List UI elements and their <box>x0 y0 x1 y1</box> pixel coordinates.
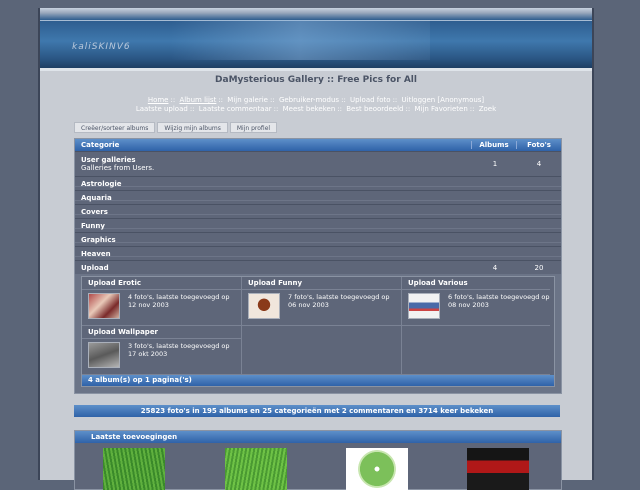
header-albums: Albums <box>471 141 516 149</box>
gallery-stats: 25823 foto's in 195 albums en 25 categor… <box>74 405 560 417</box>
nav-my-gallery-link[interactable]: Mijn galerie <box>227 96 268 104</box>
nav-user-mode-link[interactable]: Gebruiker-modus <box>279 96 339 104</box>
album-list: Upload Erotic 4 foto's, laatste toegevoe… <box>81 276 555 387</box>
album-thumbnail[interactable] <box>88 293 120 319</box>
category-link[interactable]: Astrologie <box>75 180 561 188</box>
nav-favorites-link[interactable]: Mijn Favorieten <box>414 105 467 113</box>
category-row: Astrologie <box>75 176 561 190</box>
album-thumbnail[interactable] <box>88 342 120 368</box>
site-header: kaliSKINV6 <box>40 8 592 71</box>
photos-count: 4 <box>536 160 542 168</box>
recent-thumbnail[interactable] <box>467 448 529 490</box>
nav-search-link[interactable]: Zoek <box>479 105 496 113</box>
category-row: Graphics <box>75 232 561 246</box>
nav-most-viewed-link[interactable]: Meest bekeken <box>283 105 336 113</box>
site-logo: kaliSKINV6 <box>72 42 131 52</box>
album-info: 4 foto's, laatste toegevoegd op 12 nov 2… <box>128 293 230 309</box>
nav-last-comments-link[interactable]: Laatste commentaar <box>199 105 272 113</box>
page-frame: kaliSKINV6 DaMysterious Gallery :: Free … <box>38 8 594 490</box>
category-link[interactable]: Funny <box>75 222 561 230</box>
nav-logout-link[interactable]: Uitloggen [Anonymous] <box>402 96 485 104</box>
album-cell-empty <box>402 326 550 375</box>
tab-edit-albums[interactable]: Wijzig mijn albums <box>157 122 228 133</box>
secondary-nav: Laatste upload:: Laatste commentaar:: Me… <box>135 105 497 113</box>
site-title: DaMysterious Gallery :: Free Pics for Al… <box>215 75 417 85</box>
album-cell: Upload Funny 7 foto's, laatste toegevoeg… <box>242 277 402 326</box>
album-pagination: 4 album(s) op 1 pagina('s) <box>82 375 554 386</box>
header-photos: Foto's <box>516 141 561 149</box>
category-row: Heaven <box>75 246 561 260</box>
nav-top-rated-link[interactable]: Best beoordeeld <box>346 105 403 113</box>
category-link[interactable]: Graphics <box>75 236 561 244</box>
user-tabs: Creëer/sorteer albums Wijzig mijn albums… <box>74 122 278 133</box>
nav-album-list-link[interactable]: Album lijst <box>179 96 216 104</box>
recent-thumbnail[interactable] <box>346 448 408 490</box>
category-link[interactable]: Upload <box>75 264 473 272</box>
album-info: 7 foto's, laatste toegevoegd op 06 nov 2… <box>288 293 390 309</box>
category-link[interactable]: User galleries <box>81 156 473 164</box>
tab-create-albums[interactable]: Creëer/sorteer albums <box>74 122 156 133</box>
album-thumbnail[interactable] <box>408 293 440 319</box>
recent-thumbnail[interactable] <box>103 448 165 490</box>
category-table: Categorie Albums Foto's User galleries G… <box>74 138 562 394</box>
header-glow <box>170 20 430 60</box>
recent-title: Laatste toevoegingen <box>75 431 561 443</box>
category-row: Aquaria <box>75 190 561 204</box>
album-info: 6 foto's, laatste toegevoegd op 08 nov 2… <box>448 293 550 309</box>
albums-count: 4 <box>492 263 498 272</box>
album-cell: Upload Wallpaper 3 foto's, laatste toege… <box>82 326 242 375</box>
category-row-upload: Upload 4 20 <box>75 260 561 274</box>
category-link[interactable]: Aquaria <box>75 194 561 202</box>
album-cell: Upload Various 6 foto's, laatste toegevo… <box>402 277 550 326</box>
tab-my-profile[interactable]: Mijn profiel <box>229 122 278 133</box>
recent-thumbnail[interactable] <box>225 448 287 490</box>
nav-home-link[interactable]: Home <box>148 96 169 104</box>
category-description: Galleries from Users. <box>81 164 155 172</box>
album-info: 3 foto's, laatste toegevoegd op 17 okt 2… <box>128 342 230 358</box>
category-row: Funny <box>75 218 561 232</box>
album-title[interactable]: Upload Various <box>402 277 550 290</box>
photos-count: 20 <box>534 263 544 272</box>
album-title[interactable]: Upload Erotic <box>82 277 241 290</box>
album-title[interactable]: Upload Wallpaper <box>82 326 241 339</box>
category-link[interactable]: Covers <box>75 208 561 216</box>
recent-additions: Laatste toevoegingen <box>74 430 562 490</box>
category-link[interactable]: Heaven <box>75 250 561 258</box>
nav-upload-photo-link[interactable]: Upload foto <box>350 96 391 104</box>
main-nav: Home:: Album lijst:: Mijn galerie:: Gebr… <box>147 96 485 104</box>
category-row-user-galleries: User galleries Galleries from Users. 1 4 <box>75 151 561 176</box>
table-header: Categorie Albums Foto's <box>75 139 561 151</box>
category-row: Covers <box>75 204 561 218</box>
header-category: Categorie <box>81 141 120 149</box>
album-cell-empty <box>242 326 402 375</box>
album-cell: Upload Erotic 4 foto's, laatste toegevoe… <box>82 277 242 326</box>
nav-last-upload-link[interactable]: Laatste upload <box>136 105 188 113</box>
album-thumbnail[interactable] <box>248 293 280 319</box>
album-title[interactable]: Upload Funny <box>242 277 401 290</box>
albums-count: 1 <box>492 160 498 168</box>
